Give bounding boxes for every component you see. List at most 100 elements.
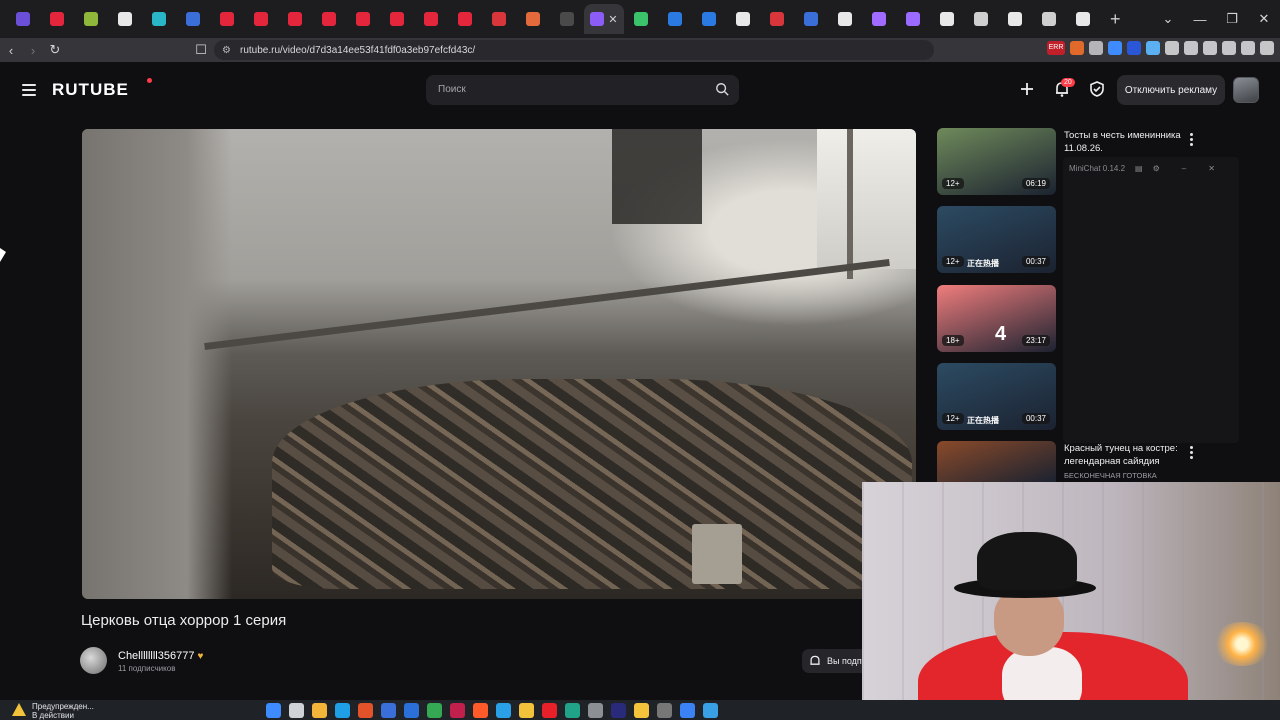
browser-tab[interactable] (516, 4, 550, 34)
browser-tab[interactable] (726, 4, 760, 34)
ext-vpn-icon[interactable] (1241, 41, 1255, 55)
browser-tab[interactable] (244, 4, 278, 34)
ext-blue-icon[interactable] (1127, 41, 1141, 55)
taskbar-app-icon[interactable] (565, 703, 580, 718)
bookmark-icon[interactable]: ☐ (190, 42, 212, 58)
user-avatar[interactable] (1233, 77, 1259, 103)
taskbar-app-icon[interactable] (703, 703, 718, 718)
back-icon[interactable]: ‹ (0, 43, 22, 58)
browser-tab[interactable] (828, 4, 862, 34)
more-options-icon[interactable] (1190, 133, 1194, 148)
browser-tab[interactable] (794, 4, 828, 34)
taskbar-app-icon[interactable] (289, 703, 304, 718)
recommended-video-title[interactable]: Красный тунец на костре: легендарная сай… (1064, 442, 1182, 468)
taskbar-app-icon[interactable] (588, 703, 603, 718)
ext-menu-icon[interactable] (1260, 41, 1274, 55)
browser-tab[interactable] (210, 4, 244, 34)
taskbar-app-icon[interactable] (496, 703, 511, 718)
browser-tab[interactable] (862, 4, 896, 34)
maximize-icon[interactable]: ❐ (1216, 11, 1248, 27)
recommended-video-thumbnail[interactable]: 正在热播 12+ 00:37 (937, 363, 1056, 430)
browser-tab[interactable] (380, 4, 414, 34)
more-options-icon[interactable] (1190, 446, 1194, 461)
browser-tab[interactable] (624, 4, 658, 34)
taskbar-app-icon[interactable] (427, 703, 442, 718)
browser-tab[interactable] (760, 4, 794, 34)
disable-ads-button[interactable]: Отключить рекламу (1117, 75, 1225, 105)
close-tab-icon[interactable]: ✕ (608, 13, 617, 26)
taskbar-app-icon[interactable] (634, 703, 649, 718)
taskbar-app-icon[interactable] (680, 703, 695, 718)
ext-media-icon[interactable] (1184, 41, 1198, 55)
taskbar-app-icon[interactable] (335, 703, 350, 718)
close-window-icon[interactable]: ✕ (1248, 11, 1280, 27)
channel-name[interactable]: Chellllllll356777 ♥ (118, 650, 203, 662)
new-tab-button[interactable]: + (1110, 9, 1121, 30)
browser-tab[interactable] (414, 4, 448, 34)
ext-wallet-icon[interactable] (1222, 41, 1236, 55)
rutube-logo[interactable]: RUTUBE (52, 80, 129, 100)
ext-sidebar-icon[interactable] (1203, 41, 1217, 55)
browser-tab[interactable] (550, 4, 584, 34)
site-info-icon[interactable]: ⚙ (222, 45, 231, 56)
browser-tab[interactable]: ✕ (584, 4, 624, 34)
recommended-video-thumbnail[interactable]: 12+ 06:19 (937, 128, 1056, 195)
search-icon[interactable] (715, 82, 729, 96)
browser-tab[interactable] (142, 4, 176, 34)
minichat-window[interactable]: MiniChat 0.14.2 ▤ ⚙ – ✕ (1063, 157, 1239, 443)
browser-tab[interactable] (312, 4, 346, 34)
browser-tab[interactable] (998, 4, 1032, 34)
recommended-video-title[interactable]: Тосты в честь именинника 11.08.26. (1064, 129, 1182, 155)
ext-error-icon[interactable]: ERR (1047, 41, 1065, 55)
minichat-header[interactable]: MiniChat 0.14.2 ▤ ⚙ – ✕ (1063, 157, 1239, 179)
taskbar-app-icon[interactable] (611, 703, 626, 718)
ext-download-icon[interactable] (1108, 41, 1122, 55)
reload-icon[interactable]: ↻ (44, 42, 66, 58)
browser-tab[interactable] (40, 4, 74, 34)
browser-tab[interactable] (692, 4, 726, 34)
taskbar-app-icon[interactable] (450, 703, 465, 718)
windows-start-icon[interactable] (266, 703, 281, 718)
channel-avatar[interactable] (80, 647, 107, 674)
video-player[interactable] (82, 129, 916, 599)
warning-widget[interactable]: Предупрежден... В действии (12, 702, 94, 720)
browser-tab[interactable] (108, 4, 142, 34)
browser-tab[interactable] (658, 4, 692, 34)
browser-tab[interactable] (448, 4, 482, 34)
upload-plus-icon[interactable] (1018, 80, 1036, 98)
taskbar-app-icon[interactable] (519, 703, 534, 718)
minichat-settings-icon[interactable]: ⚙ (1153, 164, 1160, 173)
search-input[interactable]: Поиск (426, 75, 739, 105)
browser-tab[interactable] (896, 4, 930, 34)
browser-tab[interactable] (930, 4, 964, 34)
taskbar-app-icon[interactable] (381, 703, 396, 718)
address-bar[interactable]: ⚙ rutube.ru/video/d7d3a14ee53f41fdf0a3eb… (214, 40, 934, 60)
shield-icon[interactable] (1088, 80, 1106, 98)
ext-puzzle-icon[interactable] (1165, 41, 1179, 55)
hamburger-menu-icon[interactable] (22, 84, 36, 99)
browser-tab[interactable] (74, 4, 108, 34)
browser-tab[interactable] (6, 4, 40, 34)
ext-shield-icon[interactable] (1146, 41, 1160, 55)
minichat-doc-icon[interactable]: ▤ (1135, 164, 1143, 173)
taskbar-app-icon[interactable] (358, 703, 373, 718)
minimize-icon[interactable]: — (1184, 12, 1216, 27)
taskbar-app-icon[interactable] (404, 703, 419, 718)
recommended-video-channel[interactable]: БЕСКОНЕЧНАЯ ГОТОВКА (1064, 471, 1157, 480)
minichat-close-icon[interactable]: ✕ (1208, 164, 1215, 173)
forward-icon[interactable]: › (22, 43, 44, 58)
browser-tab[interactable] (278, 4, 312, 34)
taskbar-app-icon[interactable] (312, 703, 327, 718)
minichat-minimize-icon[interactable]: – (1182, 164, 1186, 173)
browser-tab[interactable] (964, 4, 998, 34)
browser-tab[interactable] (176, 4, 210, 34)
browser-tab[interactable] (1032, 4, 1066, 34)
taskbar-app-icon[interactable] (542, 703, 557, 718)
tab-search-icon[interactable]: ⌄ (1152, 11, 1184, 27)
browser-tab[interactable] (346, 4, 380, 34)
recommended-video-thumbnail[interactable]: 正在热播 12+ 00:37 (937, 206, 1056, 273)
ext-gray-icon[interactable] (1089, 41, 1103, 55)
recommended-video-thumbnail[interactable]: 4 18+ 23:17 (937, 285, 1056, 352)
ext-orange-icon[interactable] (1070, 41, 1084, 55)
recommended-video-thumbnail[interactable] (937, 441, 1056, 482)
